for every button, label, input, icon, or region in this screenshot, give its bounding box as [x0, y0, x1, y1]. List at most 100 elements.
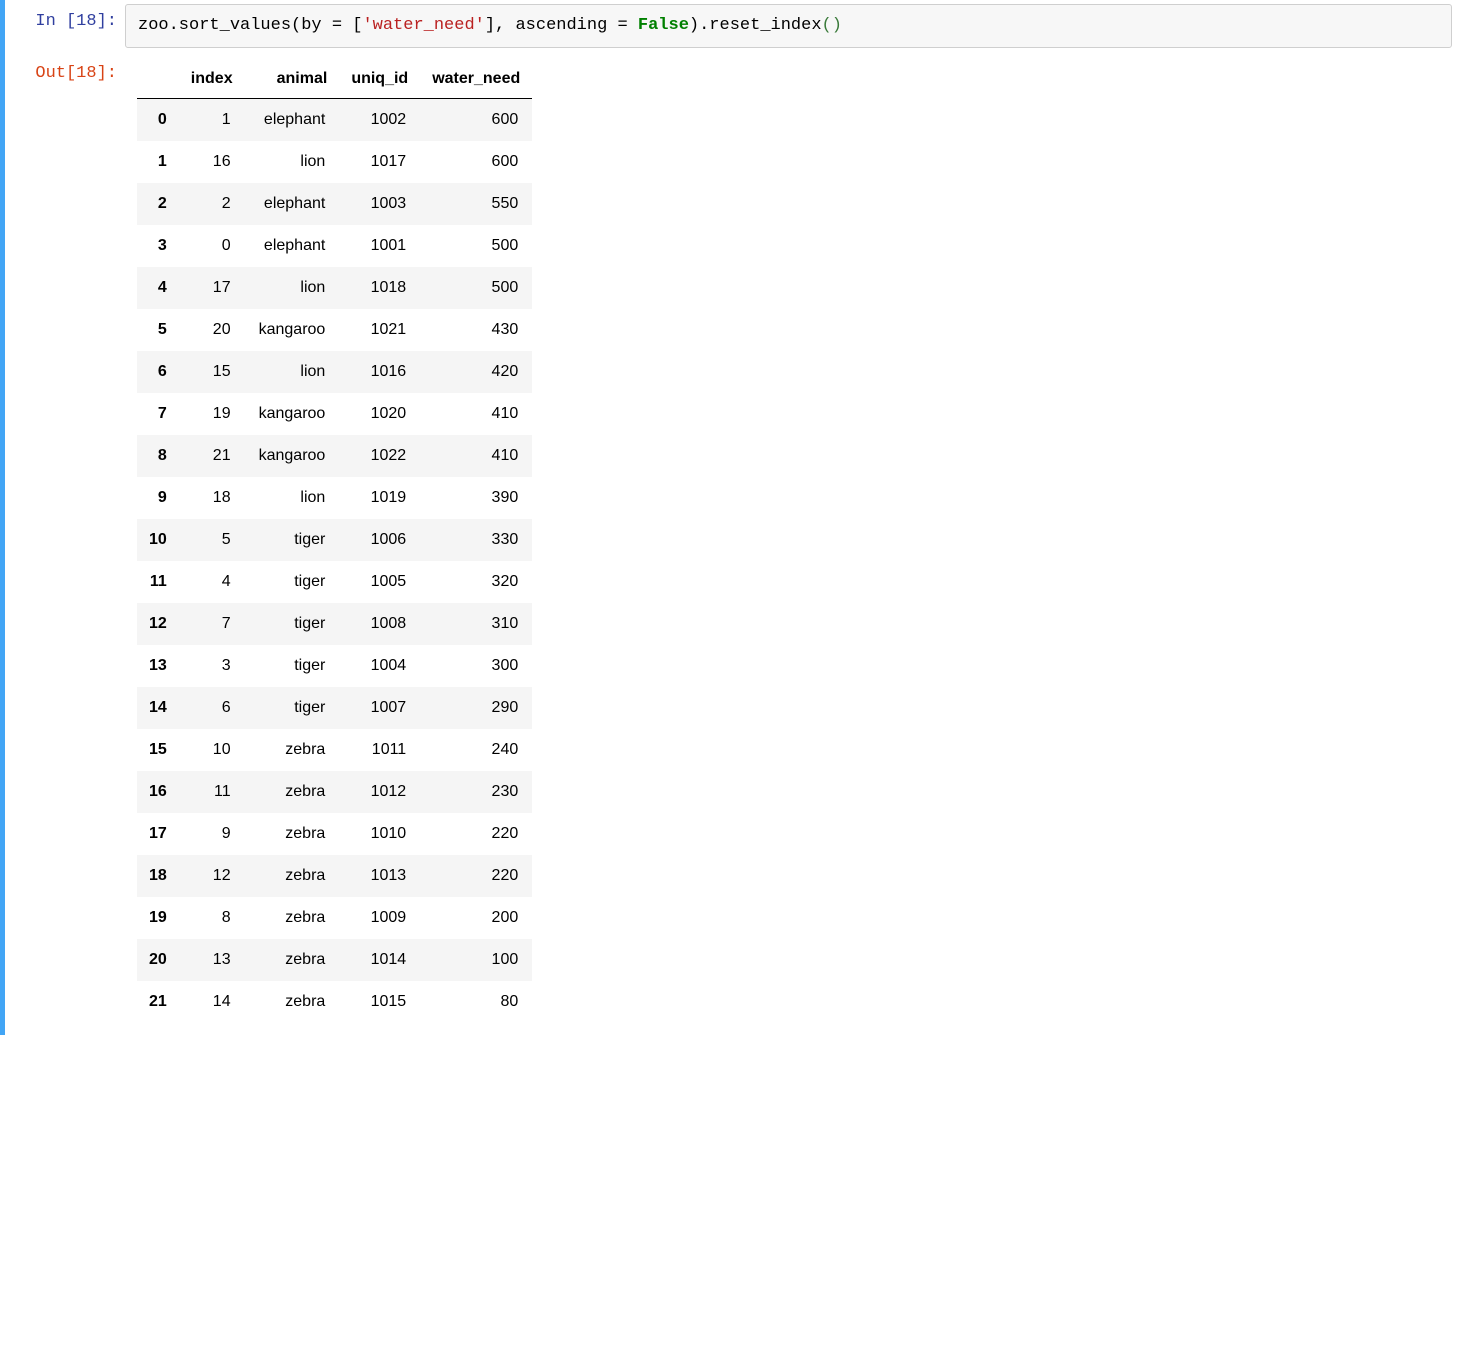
cell-animal: elephant [245, 225, 340, 267]
cell-animal: lion [245, 477, 340, 519]
cell-animal: tiger [245, 603, 340, 645]
row-index: 4 [137, 267, 179, 309]
column-header: animal [245, 60, 340, 99]
row-index: 2 [137, 183, 179, 225]
cell-uniq_id: 1004 [339, 645, 420, 687]
cell-animal: zebra [245, 939, 340, 981]
table-row: 116lion1017600 [137, 141, 532, 183]
row-index: 14 [137, 687, 179, 729]
row-index: 18 [137, 855, 179, 897]
dataframe-table: indexanimaluniq_idwater_need 01elephant1… [137, 60, 532, 1023]
cell-animal: lion [245, 267, 340, 309]
row-index: 1 [137, 141, 179, 183]
cell-uniq_id: 1006 [339, 519, 420, 561]
cell-uniq_id: 1015 [339, 981, 420, 1023]
cell-uniq_id: 1005 [339, 561, 420, 603]
cell-uniq_id: 1002 [339, 99, 420, 142]
row-index: 8 [137, 435, 179, 477]
table-row: 821kangaroo1022410 [137, 435, 532, 477]
cell-water_need: 600 [420, 99, 532, 142]
cell-uniq_id: 1010 [339, 813, 420, 855]
cell-uniq_id: 1012 [339, 771, 420, 813]
output-area: indexanimaluniq_idwater_need 01elephant1… [125, 56, 1460, 1031]
cell-water_need: 550 [420, 183, 532, 225]
cell-index: 15 [179, 351, 245, 393]
table-row: 01elephant1002600 [137, 99, 532, 142]
cell-water_need: 600 [420, 141, 532, 183]
cell-animal: tiger [245, 645, 340, 687]
row-index: 17 [137, 813, 179, 855]
table-row: 719kangaroo1020410 [137, 393, 532, 435]
code-text: ).reset_index [689, 16, 822, 35]
row-index: 6 [137, 351, 179, 393]
cell-index: 1 [179, 99, 245, 142]
cell-water_need: 310 [420, 603, 532, 645]
cell-uniq_id: 1007 [339, 687, 420, 729]
cell-uniq_id: 1009 [339, 897, 420, 939]
cell-animal: kangaroo [245, 393, 340, 435]
cell-index: 12 [179, 855, 245, 897]
table-row: 615lion1016420 [137, 351, 532, 393]
cell-index: 9 [179, 813, 245, 855]
code-text: ], ascending = [485, 16, 638, 35]
row-index: 21 [137, 981, 179, 1023]
cell-animal: zebra [245, 897, 340, 939]
cell-uniq_id: 1020 [339, 393, 420, 435]
cell-animal: zebra [245, 981, 340, 1023]
cell-water_need: 300 [420, 645, 532, 687]
table-row: 22elephant1003550 [137, 183, 532, 225]
cell-animal: zebra [245, 771, 340, 813]
cell-uniq_id: 1008 [339, 603, 420, 645]
column-header: index [179, 60, 245, 99]
code-keyword: False [638, 16, 689, 35]
table-row: 105tiger1006330 [137, 519, 532, 561]
cell-water_need: 500 [420, 267, 532, 309]
table-row: 179zebra1010220 [137, 813, 532, 855]
cell-uniq_id: 1022 [339, 435, 420, 477]
cell-uniq_id: 1018 [339, 267, 420, 309]
cell-water_need: 430 [420, 309, 532, 351]
cell-index: 17 [179, 267, 245, 309]
notebook-cell: In [18]: zoo.sort_values(by = ['water_ne… [0, 0, 1460, 1035]
table-row: 2013zebra1014100 [137, 939, 532, 981]
cell-water_need: 320 [420, 561, 532, 603]
cell-index: 13 [179, 939, 245, 981]
code-cell[interactable]: zoo.sort_values(by = ['water_need'], asc… [125, 4, 1452, 48]
cell-index: 11 [179, 771, 245, 813]
cell-water_need: 390 [420, 477, 532, 519]
table-row: 520kangaroo1021430 [137, 309, 532, 351]
output-prompt: Out[18]: [5, 56, 125, 1031]
cell-animal: zebra [245, 729, 340, 771]
table-row: 114tiger1005320 [137, 561, 532, 603]
cell-uniq_id: 1019 [339, 477, 420, 519]
cell-animal: zebra [245, 813, 340, 855]
row-index: 15 [137, 729, 179, 771]
cell-uniq_id: 1013 [339, 855, 420, 897]
cell-animal: tiger [245, 687, 340, 729]
cell-uniq_id: 1001 [339, 225, 420, 267]
table-body: 01elephant1002600116lion101760022elephan… [137, 99, 532, 1024]
table-row: 198zebra1009200 [137, 897, 532, 939]
table-row: 1611zebra1012230 [137, 771, 532, 813]
table-row: 146tiger1007290 [137, 687, 532, 729]
cell-water_need: 100 [420, 939, 532, 981]
row-index: 11 [137, 561, 179, 603]
code-string: 'water_need' [362, 16, 484, 35]
cell-uniq_id: 1021 [339, 309, 420, 351]
table-row: 417lion1018500 [137, 267, 532, 309]
cell-water_need: 290 [420, 687, 532, 729]
table-head: indexanimaluniq_idwater_need [137, 60, 532, 99]
row-index: 0 [137, 99, 179, 142]
column-header: uniq_id [339, 60, 420, 99]
table-row: 133tiger1004300 [137, 645, 532, 687]
cell-animal: lion [245, 351, 340, 393]
cell-water_need: 80 [420, 981, 532, 1023]
cell-animal: tiger [245, 561, 340, 603]
cell-index: 2 [179, 183, 245, 225]
row-index: 19 [137, 897, 179, 939]
cell-index: 19 [179, 393, 245, 435]
column-header [137, 60, 179, 99]
cell-index: 3 [179, 645, 245, 687]
cell-animal: kangaroo [245, 435, 340, 477]
cell-water_need: 500 [420, 225, 532, 267]
